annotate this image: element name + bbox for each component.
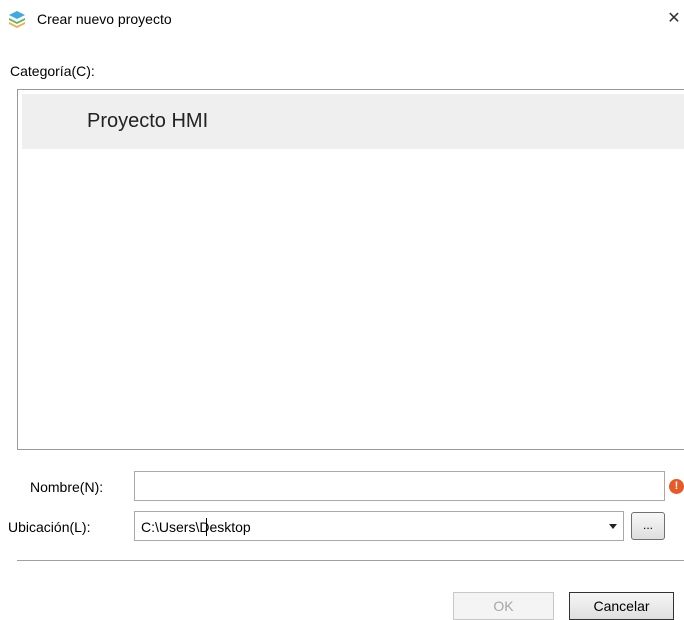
close-icon: ✕	[667, 10, 681, 27]
close-button[interactable]: ✕	[664, 8, 684, 30]
category-item-label: Proyecto HMI	[87, 110, 209, 132]
cancel-button[interactable]: Cancelar	[569, 592, 674, 620]
error-icon: !	[669, 479, 684, 494]
dropdown-arrow-icon[interactable]	[609, 524, 617, 529]
name-input[interactable]	[134, 471, 665, 501]
browse-button[interactable]: ...	[631, 512, 665, 540]
window-title: Crear nuevo proyecto	[37, 11, 172, 27]
category-list[interactable]: Proyecto HMI	[17, 89, 684, 450]
separator	[17, 560, 684, 561]
location-label: Ubicación(L):	[8, 519, 91, 535]
location-combobox[interactable]: C:\Users\Desktop	[134, 511, 624, 541]
category-item-proyecto-hmi[interactable]: Proyecto HMI	[22, 94, 684, 149]
name-label: Nombre(N):	[30, 479, 104, 495]
ok-button[interactable]: OK	[453, 592, 554, 620]
app-layers-icon	[8, 10, 26, 28]
location-value[interactable]: C:\Users\Desktop	[141, 518, 251, 536]
text-caret	[206, 518, 207, 536]
category-label: Categoría(C):	[10, 63, 95, 79]
